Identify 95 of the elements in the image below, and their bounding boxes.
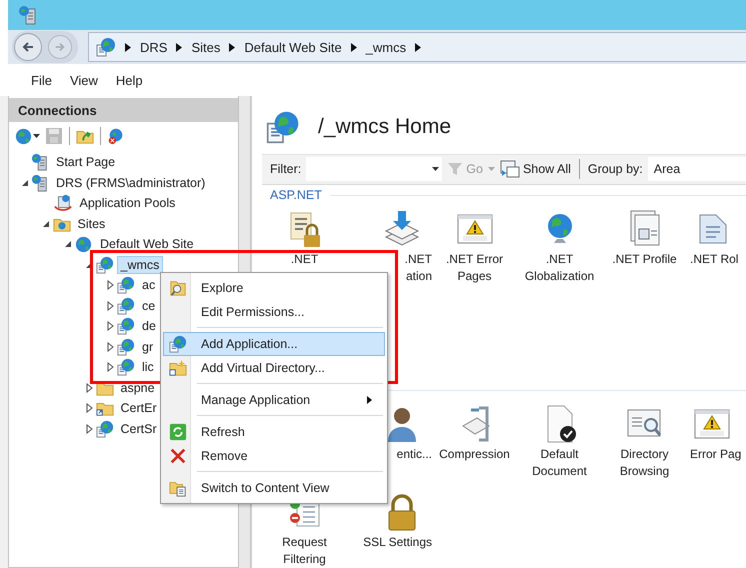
panel-title: Connections <box>18 102 97 118</box>
tree-item[interactable]: CertSr <box>116 420 161 438</box>
application-icon <box>96 256 114 274</box>
group-by-dropdown[interactable]: Area <box>648 157 746 182</box>
collapsed-arrow-icon[interactable] <box>86 403 92 414</box>
menu-item[interactable]: File <box>22 70 61 90</box>
caret-icon[interactable] <box>33 134 40 138</box>
feature-label[interactable]: .NET Globalization <box>518 250 602 285</box>
tree-item[interactable]: DRS (FRMS\administrator) <box>52 174 210 192</box>
collapsed-arrow-icon[interactable] <box>107 362 114 372</box>
globe-icon <box>14 126 33 146</box>
feature-label[interactable]: Request Filtering <box>262 534 346 568</box>
windows-icon <box>500 160 520 178</box>
collapsed-arrow-icon[interactable] <box>86 382 92 393</box>
caret-icon[interactable] <box>432 167 440 172</box>
folder-shortcut-icon <box>169 359 187 377</box>
application-pools-icon <box>52 194 72 212</box>
application-icon <box>117 317 135 336</box>
globe-icon <box>96 37 116 57</box>
breadcrumb-arrow-icon[interactable] <box>350 42 357 52</box>
collapsed-arrow-icon[interactable] <box>86 424 92 434</box>
tree-item[interactable]: lic <box>138 358 158 376</box>
menu-item[interactable]: Add Application... <box>163 332 385 356</box>
expanded-arrow-icon[interactable] <box>42 220 50 228</box>
breadcrumb-item[interactable]: DRS <box>140 40 168 54</box>
menu-item[interactable]: Refresh <box>163 420 385 444</box>
menu-item[interactable]: Manage Application <box>163 388 385 412</box>
application-icon <box>117 338 135 356</box>
feature-label[interactable]: .NET ation <box>392 250 432 285</box>
feature-label[interactable]: .NET Error Pages <box>432 250 516 285</box>
tree-item[interactable]: de <box>138 317 160 336</box>
expanded-arrow-icon[interactable] <box>20 178 28 187</box>
tree-item[interactable]: Sites <box>74 214 110 233</box>
collapsed-arrow-icon[interactable] <box>107 342 114 352</box>
tree-item[interactable]: ce <box>138 296 160 315</box>
tree-item[interactable]: Start Page <box>52 153 120 172</box>
group-title: ASP.NET <box>270 188 322 202</box>
collapsed-arrow-icon[interactable] <box>107 321 114 332</box>
server-icon <box>31 153 49 172</box>
application-icon <box>117 358 135 376</box>
arrow-left-icon <box>21 40 35 54</box>
tree-item[interactable]: Default Web Site <box>96 235 198 254</box>
collapsed-arrow-icon[interactable] <box>107 300 114 311</box>
feature-label[interactable]: Default Document <box>518 446 602 480</box>
feature-label[interactable]: .NET Rol <box>690 250 738 268</box>
application-icon <box>117 296 135 315</box>
menu-item[interactable]: Remove <box>163 444 385 468</box>
menu-item[interactable]: Explore <box>163 276 385 300</box>
tree-item[interactable]: gr <box>138 338 158 356</box>
tree-item[interactable]: aspne <box>116 378 159 397</box>
menu-item[interactable]: Help <box>106 70 152 90</box>
breadcrumb-arrow-icon[interactable] <box>176 42 182 52</box>
application-icon <box>169 335 187 353</box>
menu-item[interactable]: Edit Permissions... <box>163 300 385 324</box>
breadcrumb-item[interactable]: Sites <box>191 40 220 54</box>
close-icon <box>169 447 187 465</box>
feature-label[interactable]: entic... <box>396 446 432 463</box>
feature-label[interactable]: .NET Profile <box>612 250 677 268</box>
menu-item[interactable]: Add Virtual Directory... <box>163 356 385 380</box>
breadcrumb-arrow-icon[interactable] <box>229 42 236 52</box>
server-icon <box>31 174 49 192</box>
menu-item[interactable]: View <box>60 70 107 90</box>
breadcrumb-arrow-icon[interactable] <box>415 42 422 52</box>
funnel-icon <box>447 161 464 178</box>
app-icon <box>18 5 38 25</box>
show-all-button[interactable]: Show All <box>500 160 571 178</box>
collapsed-arrow-icon[interactable] <box>107 280 114 290</box>
feature-label[interactable]: SSL Settings <box>363 534 432 551</box>
breadcrumb-item[interactable]: Default Web Site <box>244 40 342 54</box>
refresh-icon <box>169 423 187 441</box>
tree-item[interactable]: CertEr <box>116 399 161 418</box>
breadcrumb-arrow-icon[interactable] <box>125 42 131 52</box>
folders-document-icon <box>169 479 187 497</box>
application-icon <box>96 420 114 438</box>
arrow-right-icon <box>54 41 66 53</box>
filter-label: Filter: <box>270 162 302 176</box>
menu-item[interactable]: Switch to Content View <box>163 476 385 500</box>
tree-item[interactable]: _wmcs <box>116 256 164 274</box>
page-title: /_wmcs Home <box>318 115 452 140</box>
submenu-arrow-icon <box>367 396 372 404</box>
filter-field[interactable] <box>306 157 442 182</box>
breadcrumb-item[interactable]: _wmcs <box>366 40 406 54</box>
feature-label[interactable]: Directory Browsing <box>602 446 686 480</box>
feature-label[interactable]: .NET <box>290 250 318 268</box>
group-by-label: Group by: <box>588 162 643 176</box>
folder-search-icon <box>169 279 187 297</box>
expanded-arrow-icon[interactable] <box>64 240 72 248</box>
application-icon <box>117 276 135 294</box>
feature-label[interactable]: Error Pag <box>690 446 742 463</box>
tree-item[interactable]: Application Pools <box>76 194 180 212</box>
globe-icon <box>74 234 93 254</box>
feature-label[interactable]: Compression <box>439 446 510 463</box>
tree-item[interactable]: ac <box>138 276 160 294</box>
globe-icon <box>266 110 300 144</box>
back-button[interactable] <box>14 33 42 61</box>
